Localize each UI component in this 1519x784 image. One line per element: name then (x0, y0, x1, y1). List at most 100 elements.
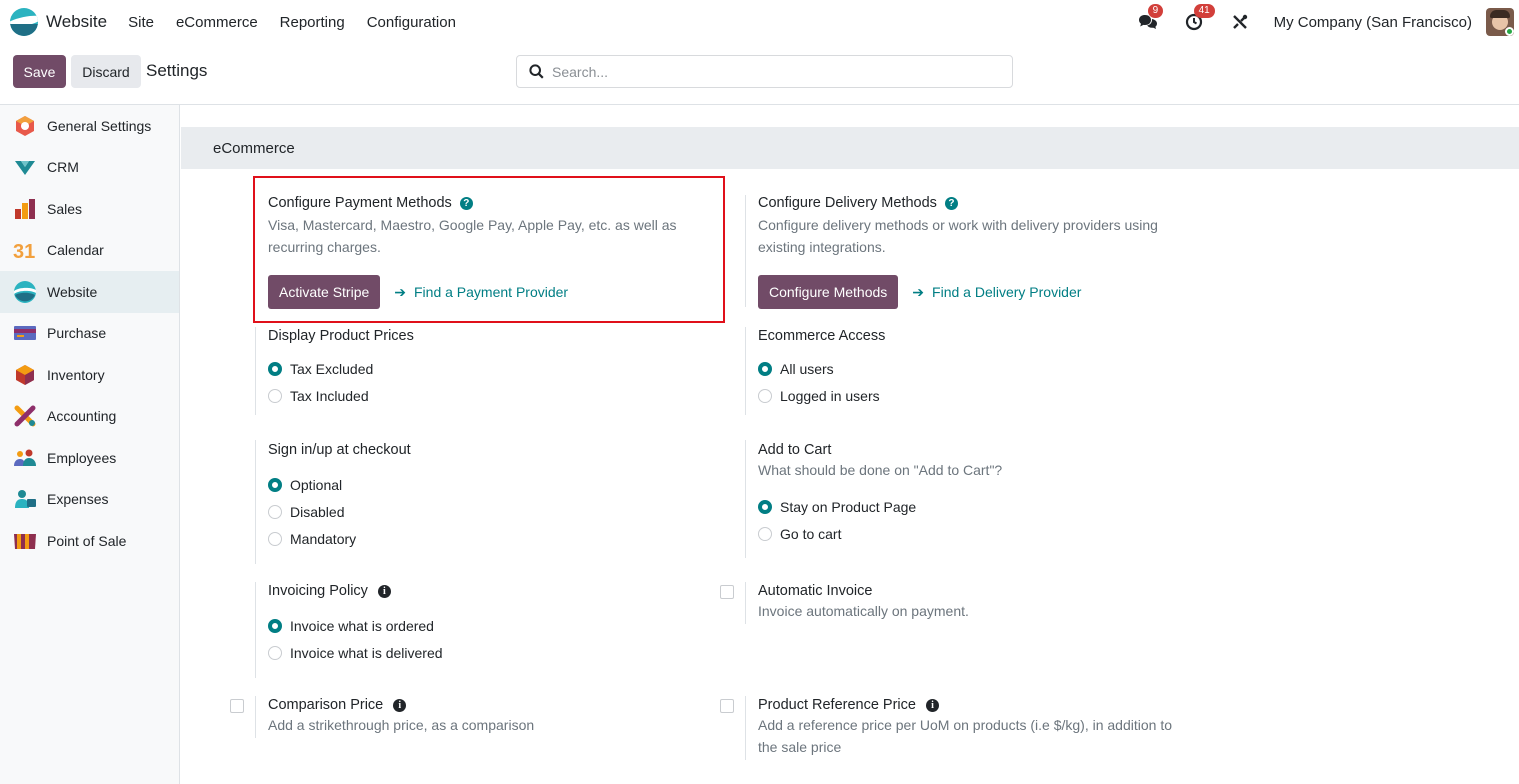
divider (745, 327, 746, 415)
sidebar-item-inventory[interactable]: Inventory (0, 354, 179, 396)
radio-button[interactable] (268, 361, 282, 376)
divider (745, 696, 746, 760)
sidebar-item-label: Accounting (47, 408, 117, 425)
sidebar-item-general-settings[interactable]: General Settings (0, 105, 179, 147)
sidebar-item-label: Calendar (47, 242, 104, 259)
divider (255, 440, 256, 564)
sidebar-item-label: Purchase (47, 325, 107, 342)
app-brand[interactable]: Website (10, 8, 107, 36)
sidebar-item-label: General Settings (47, 117, 152, 134)
messages-button[interactable]: 9 (1136, 4, 1164, 34)
help-icon[interactable]: ? (944, 196, 958, 210)
radio-go-to-cart[interactable]: Go to cart (758, 521, 1198, 548)
sidebar-item-point-of-sale[interactable]: Point of Sale (0, 520, 179, 562)
svg-text:31: 31 (13, 241, 35, 262)
comparison-price-checkbox[interactable] (230, 699, 244, 713)
setting-description: Add a strikethrough price, as a comparis… (268, 717, 535, 733)
radio-button[interactable] (758, 527, 772, 541)
debug-tools-button[interactable] (1228, 10, 1252, 34)
radio-button[interactable] (758, 361, 772, 376)
arrow-right-icon: ➔ (394, 283, 406, 300)
app-name: Website (46, 12, 108, 31)
radio-button[interactable] (758, 500, 772, 514)
sidebar-item-sales[interactable]: Sales (0, 188, 179, 230)
divider (745, 440, 746, 558)
radio-tax-excluded[interactable]: Tax Excluded (268, 355, 708, 382)
point-of-sale-icon (14, 533, 36, 549)
discard-button[interactable]: Discard (71, 55, 141, 88)
section-title: eCommerce (213, 140, 295, 157)
menu-ecommerce[interactable]: eCommerce (165, 14, 269, 31)
automatic-invoice-checkbox[interactable] (720, 585, 734, 599)
radio-stay-on-product-page[interactable]: Stay on Product Page (758, 494, 1198, 521)
activities-badge: 41 (1193, 4, 1215, 18)
sidebar-item-expenses[interactable]: Expenses (0, 479, 179, 521)
radio-all-users[interactable]: All users (758, 355, 1198, 382)
radio-label: Go to cart (780, 526, 842, 542)
setting-comparison-price: Comparison Price i Add a strikethrough p… (268, 697, 708, 737)
setting-ecommerce-access: Ecommerce Access All users Logged in use… (758, 328, 1198, 409)
radio-button[interactable] (268, 645, 282, 660)
page-title: Settings (146, 61, 208, 80)
radio-button[interactable] (268, 388, 282, 403)
setting-product-reference-price: Product Reference Price i Add a referenc… (758, 697, 1188, 758)
radio-logged-in-users[interactable]: Logged in users (758, 382, 1198, 409)
divider (255, 582, 256, 678)
radio-button[interactable] (268, 477, 282, 492)
sidebar-item-calendar[interactable]: 31 Calendar (0, 230, 179, 272)
user-avatar[interactable] (1486, 8, 1514, 36)
setting-description: Add a reference price per UoM on product… (758, 717, 1172, 755)
radio-optional[interactable]: Optional (268, 471, 708, 498)
expenses-icon (15, 490, 36, 509)
setting-invoicing-policy: Invoicing Policy i Invoice what is order… (268, 583, 708, 666)
radio-invoice-delivered[interactable]: Invoice what is delivered (268, 639, 708, 666)
setting-delivery-methods: Configure Delivery Methods ? Configure d… (758, 195, 1198, 309)
product-reference-price-checkbox[interactable] (720, 699, 734, 713)
radio-invoice-ordered[interactable]: Invoice what is ordered (268, 612, 708, 639)
sidebar-item-crm[interactable]: CRM (0, 147, 179, 189)
info-icon[interactable]: i (377, 584, 391, 598)
section-header: eCommerce (181, 127, 1519, 169)
sidebar-item-employees[interactable]: Employees (0, 437, 179, 479)
info-icon[interactable]: i (393, 698, 407, 712)
sidebar-item-website[interactable]: Website (0, 271, 179, 313)
sidebar-item-label: Website (47, 283, 98, 300)
company-switcher[interactable]: My Company (San Francisco) (1274, 14, 1472, 31)
help-icon[interactable]: ? (459, 196, 473, 210)
find-delivery-provider-link[interactable]: ➔ Find a Delivery Provider (912, 284, 1081, 301)
configure-methods-button[interactable]: Configure Methods (758, 275, 899, 309)
arrow-right-icon: ➔ (912, 283, 925, 300)
navbar-systray: 9 41 My Company (San Francisco) (1136, 0, 1519, 44)
general-settings-icon (16, 115, 34, 136)
radio-disabled[interactable]: Disabled (268, 498, 708, 525)
sidebar-item-accounting[interactable]: Accounting (0, 396, 179, 438)
radio-label: Tax Excluded (290, 360, 374, 377)
setting-title: Invoicing Policy (268, 583, 368, 599)
radio-button[interactable] (268, 618, 282, 633)
find-payment-provider-link[interactable]: ➔ Find a Payment Provider (394, 284, 568, 301)
website-icon (14, 280, 36, 303)
info-icon[interactable]: i (925, 698, 939, 712)
radio-tax-included[interactable]: Tax Included (268, 382, 708, 409)
setting-title: Product Reference Price (758, 697, 916, 713)
sidebar-item-purchase[interactable]: Purchase (0, 313, 179, 355)
setting-description: What should be done on "Add to Cart"? (758, 462, 1003, 478)
search-icon (529, 64, 544, 79)
setting-title: Configure Payment Methods (268, 195, 452, 211)
radio-mandatory[interactable]: Mandatory (268, 525, 708, 552)
radio-button[interactable] (268, 531, 282, 546)
messages-badge: 9 (1147, 4, 1164, 18)
search-input[interactable] (552, 63, 972, 80)
sidebar-item-label: Inventory (47, 366, 105, 383)
menu-reporting[interactable]: Reporting (269, 14, 356, 31)
activities-button[interactable]: 41 (1182, 4, 1215, 34)
menu-site[interactable]: Site (117, 14, 165, 31)
menu-configuration[interactable]: Configuration (356, 14, 467, 31)
setting-title: Configure Delivery Methods (758, 195, 937, 211)
search-bar[interactable] (516, 55, 1013, 88)
inventory-icon (16, 364, 34, 385)
radio-button[interactable] (758, 388, 772, 403)
activate-stripe-button[interactable]: Activate Stripe (268, 275, 381, 309)
save-button[interactable]: Save (13, 55, 66, 88)
radio-button[interactable] (268, 504, 282, 519)
